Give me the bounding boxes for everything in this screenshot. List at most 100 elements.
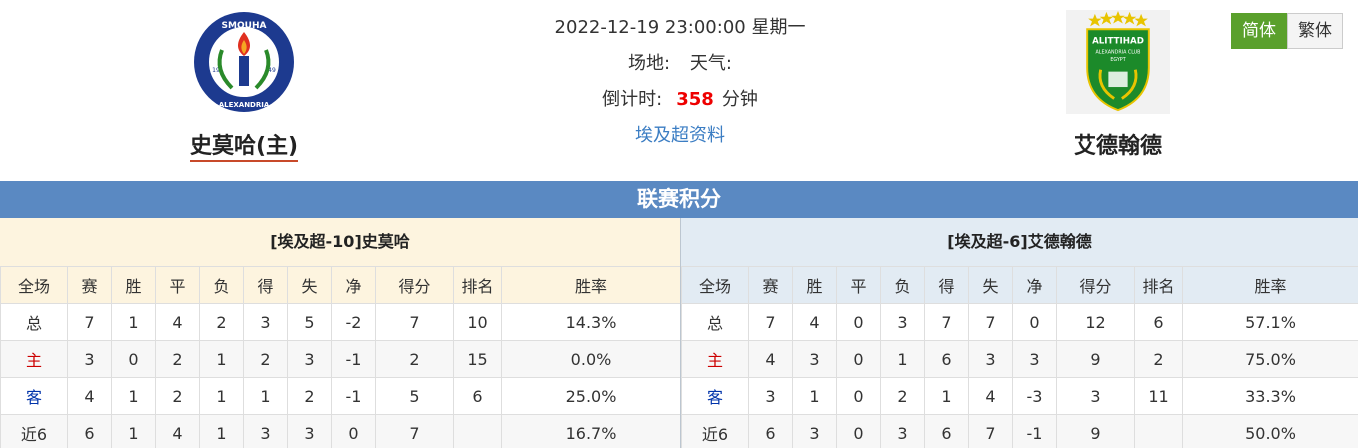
header-row: 全场赛胜平负得失净得分 排名 胜率 bbox=[681, 266, 1358, 304]
away-standings-table: 全场赛胜平负得失净得分 排名 胜率 总 7 4 0 3 7 7 0 12 6 57.1% 主 4 3 0 1 6 3 3… bbox=[681, 266, 1358, 448]
table-cell: 1 bbox=[199, 414, 244, 448]
table-cell bbox=[1134, 414, 1183, 448]
weather-label: 天气: bbox=[689, 53, 732, 74]
row-label: 客 bbox=[681, 377, 749, 415]
table-cell: 2 bbox=[243, 340, 288, 378]
row-label: 客 bbox=[0, 377, 68, 415]
table-cell: 3 bbox=[243, 414, 288, 448]
table-cell: 9 bbox=[1056, 414, 1135, 448]
table-cell bbox=[453, 414, 502, 448]
table-cell: 3 bbox=[792, 340, 837, 378]
table-cell: 1 bbox=[243, 377, 288, 415]
table-cell: 6 bbox=[748, 414, 793, 448]
column-header: 得分 bbox=[375, 266, 454, 304]
table-cell: 1 bbox=[111, 414, 156, 448]
traditional-chinese-button[interactable]: 繁体 bbox=[1287, 13, 1343, 49]
column-header: 失 bbox=[968, 266, 1013, 304]
row-label: 总 bbox=[0, 303, 68, 341]
smouha-crest-icon: SMOUHA ALEXANDRIA 19 49 bbox=[194, 12, 294, 112]
table-cell: 33.3% bbox=[1182, 377, 1358, 415]
venue-weather-row: 场地: 天气: bbox=[500, 50, 860, 86]
table-cell: 6 bbox=[924, 414, 969, 448]
table-cell: 1 bbox=[924, 377, 969, 415]
table-cell: 6 bbox=[67, 414, 112, 448]
table-cell: 5 bbox=[287, 303, 332, 341]
home-standings-table: 全场赛胜平负得失净得分 排名 胜率 总 7 1 4 2 3 5 -2 7 10 14.3% 主 3 0 2 1 2 3… bbox=[0, 266, 680, 448]
column-header: 负 bbox=[880, 266, 925, 304]
match-info: 2022-12-19 23:00:00 星期一 场地: 天气: 倒计时: 358 分… bbox=[500, 14, 860, 158]
column-header: 得分 bbox=[1056, 266, 1135, 304]
league-link-row: 埃及超资料 bbox=[500, 122, 860, 158]
table-cell: 5 bbox=[375, 377, 454, 415]
countdown-value: 358 bbox=[676, 89, 714, 110]
home-team-name[interactable]: 史莫哈(主) bbox=[154, 128, 334, 162]
language-switch: 简体 繁体 bbox=[1231, 13, 1343, 49]
header-row: 全场赛胜平负得失净得分 排名 胜率 bbox=[0, 266, 680, 304]
table-cell: 2 bbox=[1134, 340, 1183, 378]
table-row: 总 7 1 4 2 3 5 -2 7 10 14.3% bbox=[0, 303, 680, 341]
table-cell: 75.0% bbox=[1182, 340, 1358, 378]
table-row: 主 3 0 2 1 2 3 -1 2 15 0.0% bbox=[0, 340, 680, 378]
table-cell: 3 bbox=[748, 377, 793, 415]
table-cell: 10 bbox=[453, 303, 502, 341]
table-cell: 3 bbox=[67, 340, 112, 378]
table-cell: 4 bbox=[968, 377, 1013, 415]
table-cell: 3 bbox=[792, 414, 837, 448]
column-header: 胜 bbox=[111, 266, 156, 304]
table-cell: 9 bbox=[1056, 340, 1135, 378]
simplified-chinese-button[interactable]: 简体 bbox=[1231, 13, 1287, 49]
column-header: 平 bbox=[836, 266, 881, 304]
table-cell: -1 bbox=[331, 340, 376, 378]
table-cell: 2 bbox=[155, 340, 200, 378]
table-cell: 7 bbox=[924, 303, 969, 341]
table-cell: 7 bbox=[375, 303, 454, 341]
league-info-link[interactable]: 埃及超资料 bbox=[635, 125, 725, 146]
table-cell: 4 bbox=[792, 303, 837, 341]
table-cell: 0 bbox=[111, 340, 156, 378]
away-team: ALITTIHAD ALEXANDRIA CLUB EGYPT 艾德翰德 bbox=[1028, 8, 1208, 160]
table-cell: 0 bbox=[331, 414, 376, 448]
table-row: 客 3 1 0 2 1 4 -3 3 11 33.3% bbox=[681, 377, 1358, 415]
table-cell: 11 bbox=[1134, 377, 1183, 415]
column-header: 得 bbox=[924, 266, 969, 304]
table-cell: 6 bbox=[1134, 303, 1183, 341]
away-standings-panel: [埃及超-6]艾德翰德 全场赛胜平负得失净得分 排名 胜率 总 7 4 0 3 7 7 0 12 6 5… bbox=[681, 218, 1358, 448]
column-header: 负 bbox=[199, 266, 244, 304]
countdown-row: 倒计时: 358 分钟 bbox=[500, 86, 860, 122]
match-header: SMOUHA ALEXANDRIA 19 49 史莫哈(主) 2022-12-1… bbox=[0, 0, 1358, 181]
table-cell: -1 bbox=[331, 377, 376, 415]
table-cell: 12 bbox=[1056, 303, 1135, 341]
away-team-logo[interactable]: ALITTIHAD ALEXANDRIA CLUB EGYPT bbox=[1066, 8, 1170, 116]
table-cell: 57.1% bbox=[1182, 303, 1358, 341]
row-label: 近6 bbox=[681, 414, 749, 448]
table-cell: 0 bbox=[836, 303, 881, 341]
table-cell: 16.7% bbox=[501, 414, 680, 448]
table-cell: 7 bbox=[968, 414, 1013, 448]
row-label: 主 bbox=[0, 340, 68, 378]
table-cell: 14.3% bbox=[501, 303, 680, 341]
table-cell: 1 bbox=[199, 377, 244, 415]
table-cell: 3 bbox=[1056, 377, 1135, 415]
table-cell: 0 bbox=[836, 340, 881, 378]
table-cell: 3 bbox=[287, 340, 332, 378]
table-row: 客 4 1 2 1 1 2 -1 5 6 25.0% bbox=[0, 377, 680, 415]
match-datetime-row: 2022-12-19 23:00:00 星期一 bbox=[500, 14, 860, 50]
column-header: 胜率 bbox=[1182, 266, 1358, 304]
table-cell: 1 bbox=[111, 377, 156, 415]
svg-text:SMOUHA: SMOUHA bbox=[222, 21, 267, 31]
away-team-name[interactable]: 艾德翰德 bbox=[1028, 128, 1208, 160]
table-cell: 1 bbox=[111, 303, 156, 341]
svg-text:EGYPT: EGYPT bbox=[1110, 57, 1125, 63]
table-cell: 3 bbox=[880, 414, 925, 448]
column-header: 赛 bbox=[748, 266, 793, 304]
table-cell: 6 bbox=[453, 377, 502, 415]
table-cell: 3 bbox=[287, 414, 332, 448]
table-cell: 1 bbox=[880, 340, 925, 378]
column-header: 失 bbox=[287, 266, 332, 304]
column-header: 全场 bbox=[681, 266, 749, 304]
table-cell: 25.0% bbox=[501, 377, 680, 415]
alittihad-crest-icon: ALITTIHAD ALEXANDRIA CLUB EGYPT bbox=[1066, 10, 1170, 114]
table-cell: 7 bbox=[375, 414, 454, 448]
home-team-logo[interactable]: SMOUHA ALEXANDRIA 19 49 bbox=[192, 8, 296, 116]
table-cell: 3 bbox=[880, 303, 925, 341]
